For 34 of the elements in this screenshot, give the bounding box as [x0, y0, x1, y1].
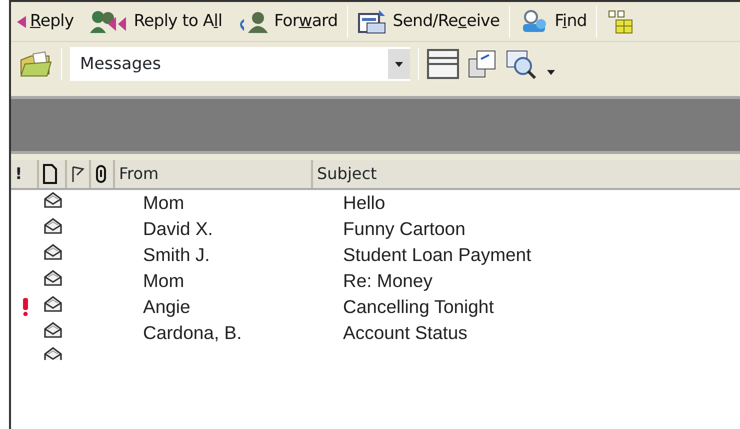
column-header[interactable]: From [115, 160, 313, 188]
subject-cell-text: Account Status [342, 321, 468, 346]
find-button[interactable]: Find [516, 8, 590, 36]
reply-all-button[interactable]: Reply to All [82, 8, 226, 34]
subject-cell-text: Funny Cartoon [342, 217, 466, 242]
window-icon[interactable] [467, 49, 497, 79]
envelope-icon [43, 295, 63, 314]
subject-cell-text: Hello [342, 191, 386, 216]
envelope-icon [43, 191, 63, 210]
dropdown-caret-icon[interactable] [388, 49, 410, 79]
subject-cell-text: Re: Money [342, 269, 432, 294]
envelope-icon [43, 321, 63, 340]
sender-cell-text: Cardona, B. [142, 321, 243, 346]
column-header[interactable]: ! [11, 160, 39, 188]
sender-cell-text: Mom [142, 191, 186, 216]
reply-button[interactable]: Reply [13, 9, 77, 34]
folder-combo[interactable]: Messages [70, 47, 410, 81]
sender-cell-text: Smith J. [142, 243, 211, 268]
subject-cell-text: Cancelling Tonight [342, 295, 494, 320]
envelope-icon [43, 269, 63, 288]
column-header[interactable]: Subject [313, 160, 740, 188]
sender-cell-text: David X. [142, 217, 214, 242]
envelope-icon [43, 243, 63, 262]
send-receive-button[interactable]: Send/Receive [354, 8, 503, 36]
sender-cell-text: Angie [142, 295, 192, 320]
magnifier-icon[interactable] [505, 49, 539, 79]
preview-pane-icon[interactable] [427, 49, 459, 79]
envelope-icon [43, 217, 63, 236]
folder-icon[interactable] [19, 50, 53, 78]
envelope-icon [43, 346, 63, 360]
forward-button[interactable]: Forward [231, 8, 341, 34]
sender-cell-text: Mom [142, 269, 186, 294]
dropdown-caret-icon[interactable] [547, 70, 555, 74]
subject-cell-text: Student Loan Payment [342, 243, 532, 268]
